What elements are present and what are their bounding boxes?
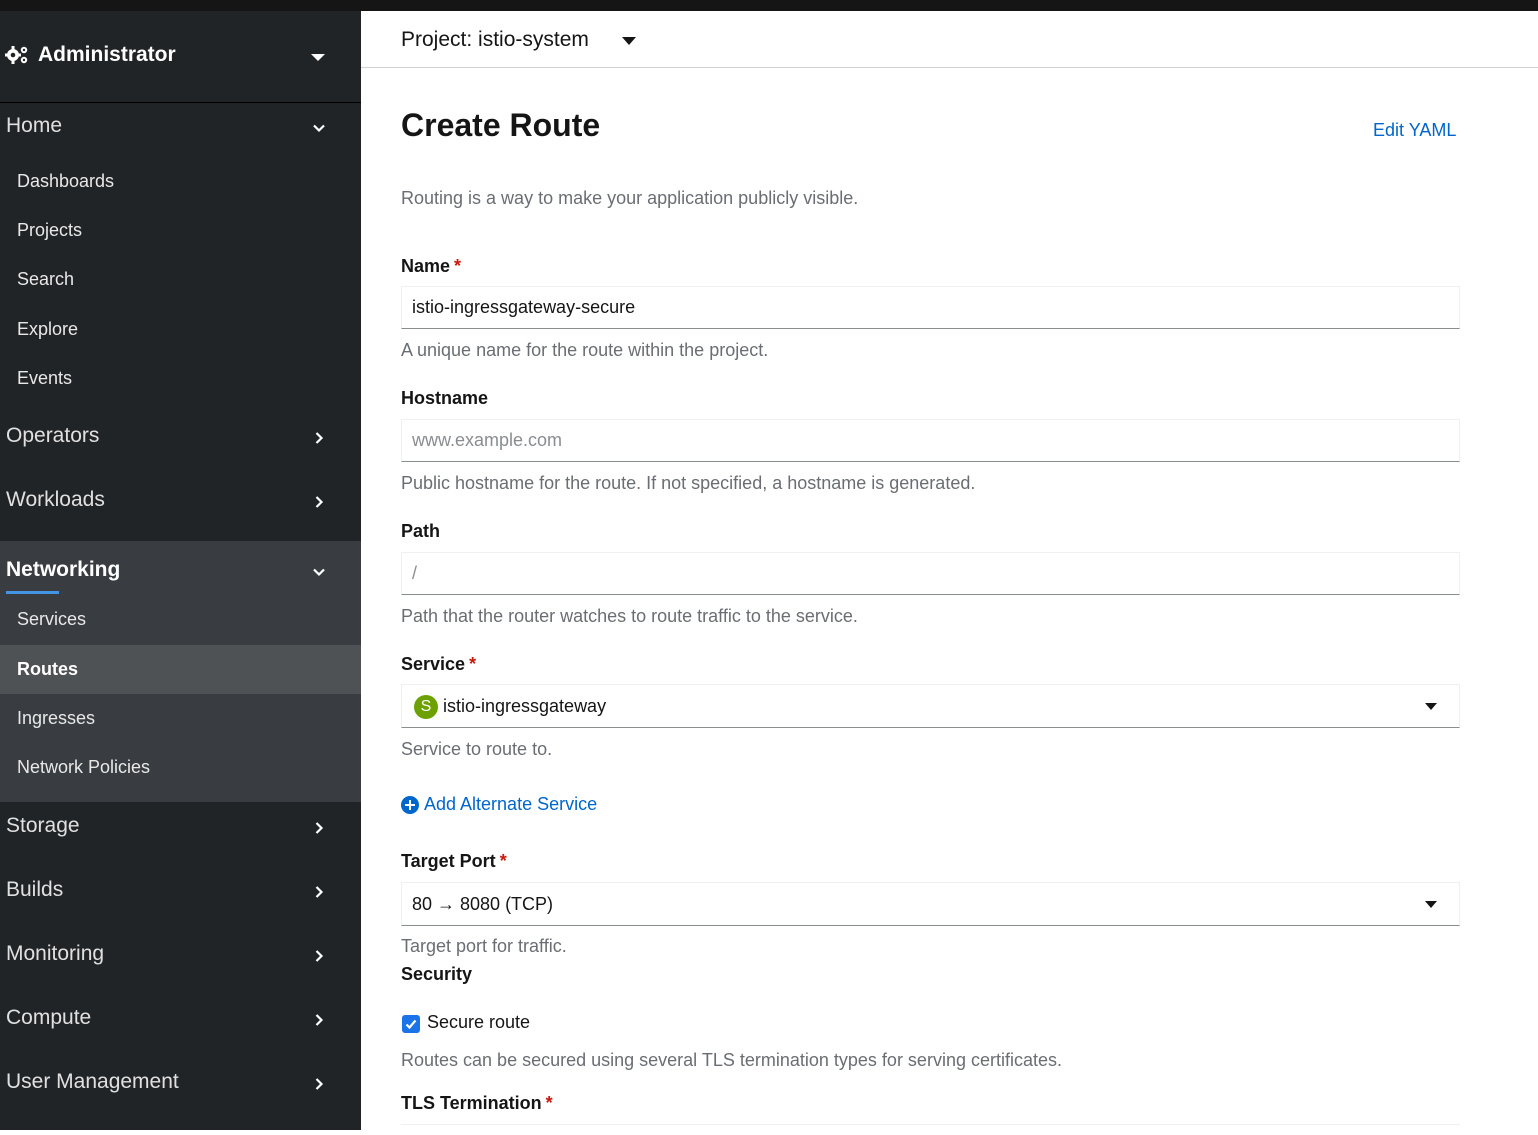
project-bar: Project: istio-system (361, 11, 1538, 68)
nav-item-label: Network Policies (17, 757, 151, 777)
add-alternate-service-label: Add Alternate Service (424, 794, 598, 814)
nav-item-projects[interactable]: Projects (0, 206, 361, 255)
plus-circle-icon (401, 796, 419, 814)
nav-section-monitoring[interactable]: Monitoring (0, 925, 361, 989)
caret-down-icon (311, 54, 325, 61)
nav-section-label: Home (6, 114, 63, 137)
nav-section-label: Storage (6, 814, 80, 837)
nav-item-events[interactable]: Events (0, 354, 361, 403)
security-help: Routes can be secured using several TLS … (401, 1050, 1062, 1070)
checkmark-icon (405, 1019, 417, 1030)
gears-icon (5, 46, 28, 64)
required-mark: * (454, 256, 462, 276)
tls-termination-label: TLS Termination * (401, 1093, 553, 1114)
nav-item-label: Search (17, 269, 75, 289)
path-help: Path that the router watches to route tr… (401, 606, 858, 626)
required-mark: * (469, 654, 477, 674)
nav-item-label: Events (17, 368, 73, 388)
required-mark: * (499, 851, 507, 871)
service-label: Service * (401, 654, 476, 675)
nav-section-operators[interactable]: Operators (0, 407, 361, 471)
nav-section-compute[interactable]: Compute (0, 989, 361, 1053)
name-help: A unique name for the route within the p… (401, 340, 769, 360)
chevron-right-icon (315, 496, 324, 508)
perspective-switcher[interactable]: Administrator (0, 11, 361, 103)
hostname-label: Hostname (401, 388, 489, 408)
service-label-text: Service (401, 654, 466, 674)
nav-item-label: Services (17, 609, 87, 629)
page-description: Routing is a way to make your applicatio… (401, 188, 859, 208)
nav-section-storage[interactable]: Storage (0, 797, 361, 861)
nav-item-services[interactable]: Services (0, 595, 361, 644)
nav-section-label: Networking (6, 558, 121, 581)
nav-item-dashboards[interactable]: Dashboards (0, 157, 361, 206)
caret-down-icon (1425, 703, 1437, 710)
nav-item-routes[interactable]: Routes (0, 645, 361, 694)
edit-yaml-link[interactable]: Edit YAML (1373, 120, 1456, 141)
path-input[interactable] (401, 552, 1460, 595)
chevron-right-icon (315, 886, 324, 898)
chevron-right-icon (315, 432, 324, 444)
chevron-right-icon (315, 822, 324, 834)
target-port-select-value: 80 → 8080 (TCP) (412, 894, 554, 914)
nav-section-label: User Management (6, 1070, 179, 1093)
perspective-label: Administrator (38, 43, 176, 66)
nav-item-ingresses[interactable]: Ingresses (0, 694, 361, 743)
name-label-text: Name (401, 256, 451, 276)
name-input[interactable] (401, 286, 1460, 329)
tls-termination-label-text: TLS Termination (401, 1093, 542, 1113)
target-port-label-text: Target Port (401, 851, 496, 871)
nav-item-network-policies[interactable]: Network Policies (0, 743, 361, 792)
nav-section-workloads[interactable]: Workloads (0, 471, 361, 535)
page-title: Create Route (401, 107, 601, 143)
main-content: Project: istio-system Create Route Edit … (361, 11, 1538, 1130)
security-heading: Security (401, 964, 473, 984)
nav-item-label: Projects (17, 220, 83, 240)
service-help: Service to route to. (401, 739, 553, 759)
chevron-right-icon (315, 1078, 324, 1090)
target-port-help: Target port for traffic. (401, 936, 567, 956)
hostname-input[interactable] (401, 419, 1460, 462)
path-label: Path (401, 521, 441, 541)
nav-item-label: Dashboards (17, 171, 115, 191)
masthead-strip (0, 0, 1538, 11)
nav-section-label: Operators (6, 424, 100, 447)
chevron-right-icon (315, 1014, 324, 1026)
project-selector[interactable]: Project: istio-system (401, 28, 589, 52)
service-select-value: istio-ingressgateway (443, 696, 607, 716)
nav-section-builds[interactable]: Builds (0, 861, 361, 925)
chevron-down-icon (313, 568, 325, 577)
nav-section-user-management[interactable]: User Management (0, 1053, 361, 1117)
required-mark: * (545, 1093, 553, 1113)
active-section-indicator (6, 591, 59, 594)
nav-item-search[interactable]: Search (0, 255, 361, 304)
chevron-right-icon (315, 950, 324, 962)
nav-section-label: Workloads (6, 488, 105, 511)
nav-group-networking: Networking Services Routes Ingresses Net… (0, 541, 361, 802)
nav-item-explore[interactable]: Explore (0, 305, 361, 354)
caret-down-icon[interactable] (622, 37, 636, 45)
chevron-down-icon (313, 124, 325, 133)
name-label: Name * (401, 256, 461, 277)
hostname-help: Public hostname for the route. If not sp… (401, 473, 976, 493)
nav-section-label: Builds (6, 878, 64, 901)
nav-section-label: Monitoring (6, 942, 105, 965)
nav-item-label: Explore (17, 319, 79, 339)
nav-item-label: Routes (17, 659, 79, 679)
sidebar: Administrator Home Dashboards Projects S… (0, 11, 361, 1130)
target-port-label: Target Port * (401, 851, 507, 872)
nav-item-label: Ingresses (17, 708, 96, 728)
secure-route-label[interactable]: Secure route (427, 1012, 530, 1033)
secure-route-checkbox[interactable] (402, 1015, 420, 1033)
caret-down-icon (1425, 901, 1437, 908)
nav-section-home[interactable]: Home (0, 97, 361, 161)
service-select[interactable]: S istio-ingressgateway (401, 684, 1460, 728)
target-port-select[interactable]: 80 → 8080 (TCP) (401, 882, 1460, 926)
nav-section-label: Compute (6, 1006, 92, 1029)
service-resource-badge: S (414, 695, 438, 719)
